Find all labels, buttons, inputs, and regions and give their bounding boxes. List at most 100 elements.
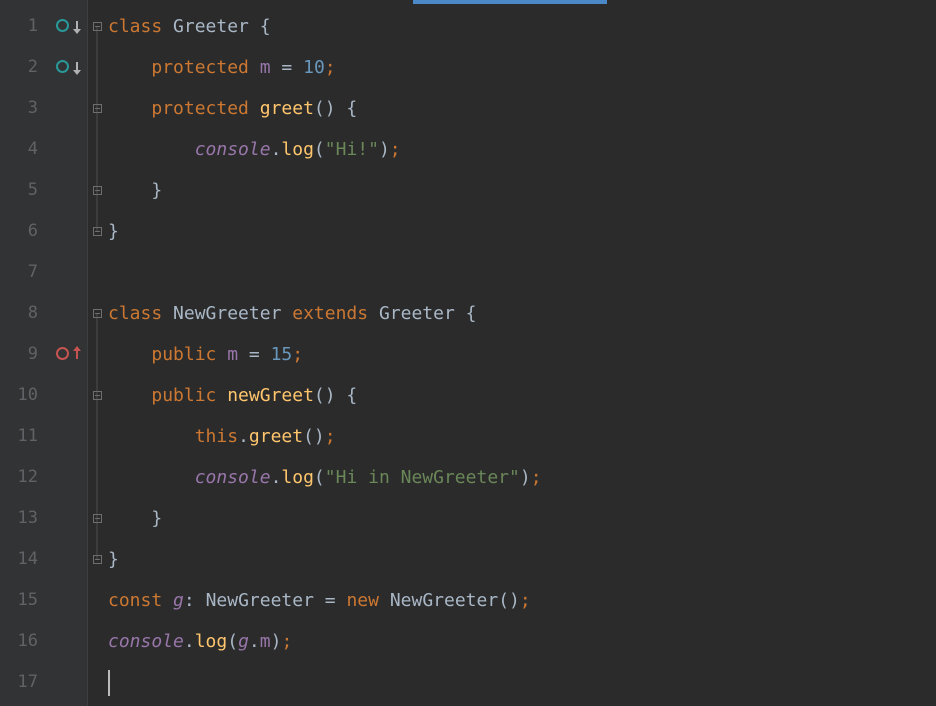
code-token: log [281, 467, 314, 488]
gutter-icon-cell [46, 621, 87, 662]
code-token: NewGreeter [173, 303, 292, 324]
code-line[interactable] [108, 662, 936, 703]
gutter-icon-cell [46, 129, 87, 170]
gutter-icon-cell [46, 457, 87, 498]
code-token: NewGreeter() [390, 590, 520, 611]
code-token: ; [390, 139, 401, 160]
code-token: . [271, 467, 282, 488]
code-token: log [281, 139, 314, 160]
line-number: 16 [0, 621, 46, 662]
code-token: () [303, 426, 325, 447]
fold-cell [88, 621, 106, 662]
code-line[interactable]: const g: NewGreeter = new NewGreeter(); [108, 580, 936, 621]
code-line[interactable]: protected greet() { [108, 88, 936, 129]
code-token: greet [260, 98, 314, 119]
code-line[interactable]: class Greeter { [108, 6, 936, 47]
fold-cell [88, 416, 106, 457]
code-token: class [108, 303, 173, 324]
code-token: new [346, 590, 389, 611]
code-token: greet [249, 426, 303, 447]
line-number: 4 [0, 129, 46, 170]
fold-close-icon[interactable] [92, 185, 103, 196]
code-area[interactable]: class Greeter { protected m = 10; protec… [106, 0, 936, 706]
line-number: 11 [0, 416, 46, 457]
code-token: public [151, 344, 227, 365]
code-token: . [184, 631, 195, 652]
code-line[interactable]: protected m = 10; [108, 47, 936, 88]
code-editor[interactable]: 1234567891011121314151617 class Greeter … [0, 0, 936, 706]
code-token: } [108, 549, 119, 570]
code-token: g [173, 590, 184, 611]
code-line[interactable]: console.log(g.m); [108, 621, 936, 662]
fold-cell [88, 662, 106, 703]
line-number: 7 [0, 252, 46, 293]
code-token: m [227, 344, 249, 365]
code-token: { [260, 16, 271, 37]
fold-cell [88, 293, 106, 334]
code-token [108, 344, 151, 365]
fold-open-icon[interactable] [92, 103, 103, 114]
fold-cell [88, 457, 106, 498]
code-line[interactable]: } [108, 211, 936, 252]
code-token: m [260, 631, 271, 652]
code-token: NewGreeter [206, 590, 325, 611]
overrides-icon[interactable] [58, 346, 76, 364]
code-token: "Hi in NewGreeter" [325, 467, 520, 488]
overridden-icon[interactable] [58, 59, 76, 77]
line-number: 2 [0, 47, 46, 88]
fold-open-icon[interactable] [92, 21, 103, 32]
code-token: ; [531, 467, 542, 488]
code-line[interactable]: console.log("Hi!"); [108, 129, 936, 170]
gutter-icon-cell [46, 47, 87, 88]
code-line[interactable]: public m = 15; [108, 334, 936, 375]
overridden-icon[interactable] [58, 18, 76, 36]
fold-cell [88, 498, 106, 539]
code-token: extends [292, 303, 379, 324]
code-line[interactable]: this.greet(); [108, 416, 936, 457]
code-token: m [260, 57, 282, 78]
gutter-icon-cell [46, 580, 87, 621]
code-token [108, 139, 195, 160]
code-token [108, 385, 151, 406]
code-token: } [108, 180, 162, 201]
code-token: console [195, 467, 271, 488]
code-token: = [281, 57, 303, 78]
fold-open-icon[interactable] [92, 390, 103, 401]
fold-close-icon[interactable] [92, 554, 103, 565]
fold-open-icon[interactable] [92, 308, 103, 319]
code-token: . [249, 631, 260, 652]
line-number: 13 [0, 498, 46, 539]
code-line[interactable] [108, 252, 936, 293]
code-line[interactable]: class NewGreeter extends Greeter { [108, 293, 936, 334]
line-number: 1 [0, 6, 46, 47]
code-line[interactable]: } [108, 170, 936, 211]
code-token: this [195, 426, 238, 447]
code-token: ( [227, 631, 238, 652]
line-number-gutter: 1234567891011121314151617 [0, 0, 46, 706]
code-token: log [195, 631, 228, 652]
code-token: : [184, 590, 206, 611]
fold-cell [88, 211, 106, 252]
code-token: Greeter [379, 303, 466, 324]
fold-gutter [88, 0, 106, 706]
fold-close-icon[interactable] [92, 226, 103, 237]
code-token: { [466, 303, 477, 324]
code-line[interactable]: } [108, 498, 936, 539]
code-token [108, 98, 151, 119]
fold-cell [88, 375, 106, 416]
code-token: ; [325, 57, 336, 78]
line-number: 15 [0, 580, 46, 621]
fold-close-icon[interactable] [92, 513, 103, 524]
gutter-icon-cell [46, 88, 87, 129]
code-line[interactable]: public newGreet() { [108, 375, 936, 416]
fold-cell [88, 580, 106, 621]
code-line[interactable]: } [108, 539, 936, 580]
code-token: () { [314, 98, 357, 119]
line-number: 3 [0, 88, 46, 129]
code-token: g [238, 631, 249, 652]
code-token: protected [151, 98, 259, 119]
code-token: class [108, 16, 173, 37]
code-line[interactable]: console.log("Hi in NewGreeter"); [108, 457, 936, 498]
code-token: ) [379, 139, 390, 160]
code-token: Greeter [173, 16, 260, 37]
